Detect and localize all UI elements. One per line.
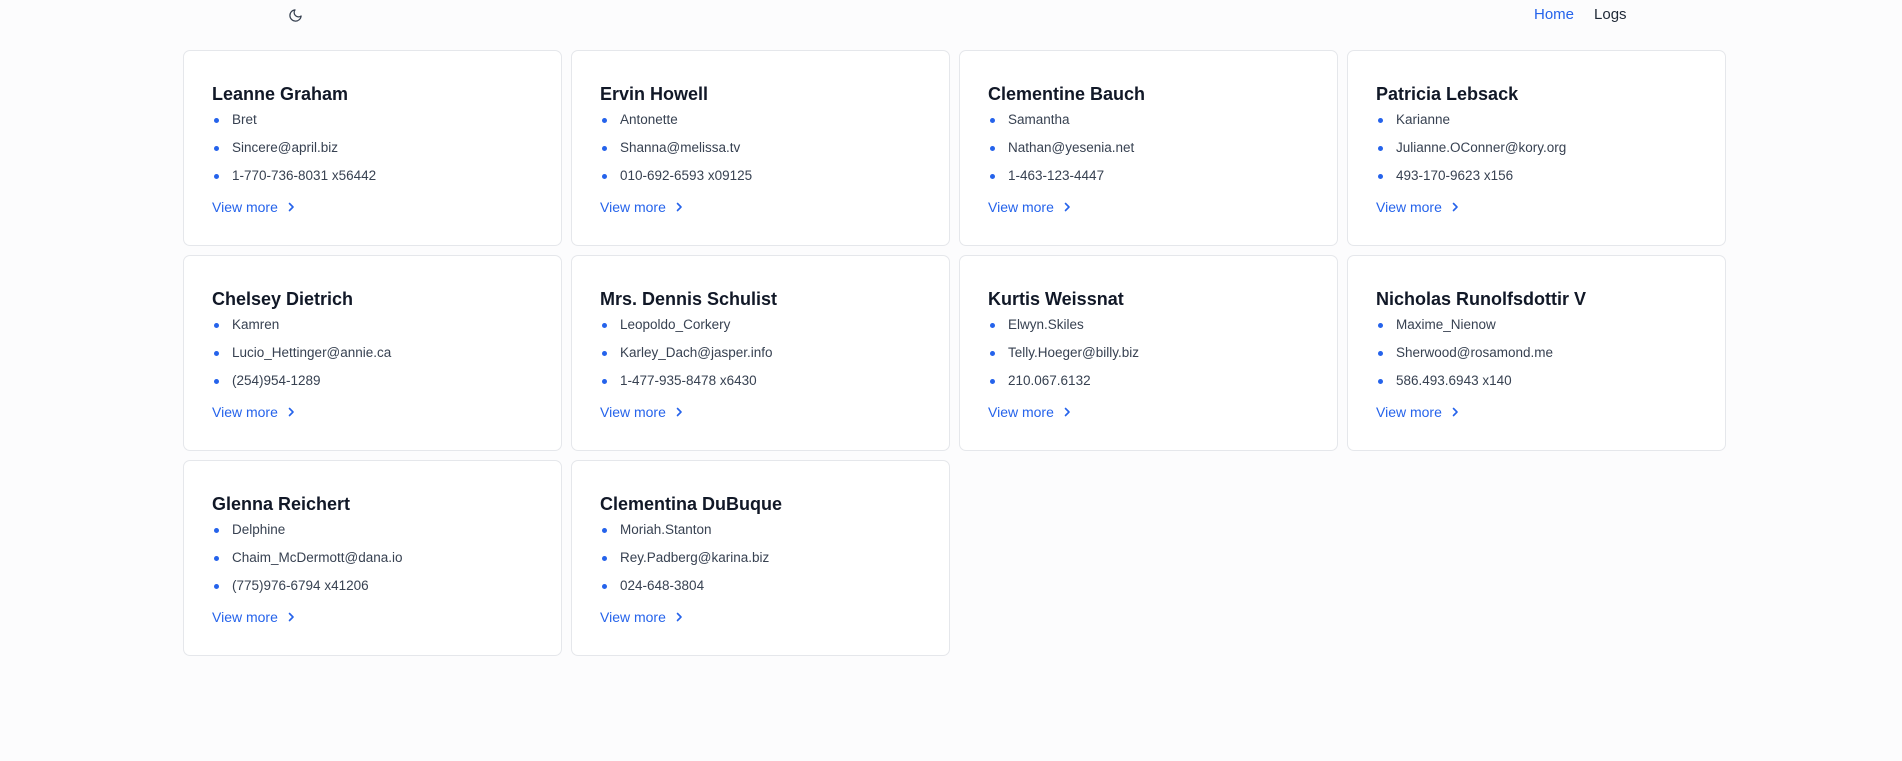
chevron-right-icon — [1064, 407, 1070, 417]
view-more-link[interactable]: View more — [212, 199, 296, 215]
nav-home-link[interactable]: Home — [1534, 6, 1574, 23]
view-more-label: View more — [212, 609, 278, 625]
chevron-right-icon — [288, 612, 294, 622]
user-name: Glenna Reichert — [212, 494, 351, 514]
user-phone: 024-648-3804 — [600, 577, 921, 605]
user-phone: 210.067.6132 — [988, 372, 1309, 400]
user-username: Elwyn.Skiles — [988, 316, 1309, 344]
view-more-label: View more — [988, 404, 1054, 420]
user-info-list: Moriah.Stanton Rey.Padberg@karina.biz 02… — [600, 521, 921, 605]
user-name: Leanne Graham — [212, 84, 349, 104]
view-more-label: View more — [1376, 404, 1442, 420]
view-more-link[interactable]: View more — [1376, 199, 1460, 215]
user-card: Chelsey Dietrich Kamren Lucio_Hettinger@… — [183, 255, 562, 451]
user-username: Bret — [212, 111, 533, 139]
user-phone: 1-770-736-8031 x56442 — [212, 167, 533, 195]
view-more-label: View more — [1376, 199, 1442, 215]
user-phone: 1-463-123-4447 — [988, 167, 1309, 195]
user-email: Nathan@yesenia.net — [988, 139, 1309, 167]
user-email: Sincere@april.biz — [212, 139, 533, 167]
user-name: Mrs. Dennis Schulist — [600, 289, 778, 309]
user-phone: 010-692-6593 x09125 — [600, 167, 921, 195]
user-phone: 493-170-9623 x156 — [1376, 167, 1697, 195]
user-info-list: Bret Sincere@april.biz 1-770-736-8031 x5… — [212, 111, 533, 195]
chevron-right-icon — [676, 407, 682, 417]
user-card: Ervin Howell Antonette Shanna@melissa.tv… — [571, 50, 950, 246]
chevron-right-icon — [1452, 202, 1458, 212]
chevron-right-icon — [1064, 202, 1070, 212]
user-info-list: Antonette Shanna@melissa.tv 010-692-6593… — [600, 111, 921, 195]
view-more-label: View more — [600, 404, 666, 420]
user-info-list: Samantha Nathan@yesenia.net 1-463-123-44… — [988, 111, 1309, 195]
user-email: Sherwood@rosamond.me — [1376, 344, 1697, 372]
view-more-link[interactable]: View more — [600, 199, 684, 215]
user-name: Chelsey Dietrich — [212, 289, 354, 309]
user-username: Antonette — [600, 111, 921, 139]
user-username: Maxime_Nienow — [1376, 316, 1697, 344]
user-username: Samantha — [988, 111, 1309, 139]
view-more-link[interactable]: View more — [600, 609, 684, 625]
chevron-right-icon — [676, 202, 682, 212]
user-email: Shanna@melissa.tv — [600, 139, 921, 167]
chevron-right-icon — [676, 612, 682, 622]
user-email: Karley_Dach@jasper.info — [600, 344, 921, 372]
view-more-link[interactable]: View more — [1376, 404, 1460, 420]
view-more-label: View more — [988, 199, 1054, 215]
user-username: Moriah.Stanton — [600, 521, 921, 549]
user-name: Kurtis Weissnat — [988, 289, 1124, 309]
user-email: Telly.Hoeger@billy.biz — [988, 344, 1309, 372]
user-card: Leanne Graham Bret Sincere@april.biz 1-7… — [183, 50, 562, 246]
user-card: Glenna Reichert Delphine Chaim_McDermott… — [183, 460, 562, 656]
user-name: Patricia Lebsack — [1376, 84, 1519, 104]
user-card-grid: Leanne Graham Bret Sincere@april.biz 1-7… — [183, 50, 1726, 656]
user-name: Ervin Howell — [600, 84, 709, 104]
user-username: Delphine — [212, 521, 533, 549]
main-nav: Home Logs — [1534, 6, 1627, 23]
user-info-list: Delphine Chaim_McDermott@dana.io (775)97… — [212, 521, 533, 605]
view-more-label: View more — [212, 404, 278, 420]
theme-toggle-button[interactable] — [286, 6, 304, 24]
view-more-link[interactable]: View more — [988, 199, 1072, 215]
user-email: Lucio_Hettinger@annie.ca — [212, 344, 533, 372]
user-email: Rey.Padberg@karina.biz — [600, 549, 921, 577]
user-card: Kurtis Weissnat Elwyn.Skiles Telly.Hoege… — [959, 255, 1338, 451]
view-more-link[interactable]: View more — [988, 404, 1072, 420]
chevron-right-icon — [1452, 407, 1458, 417]
view-more-label: View more — [600, 609, 666, 625]
user-card: Clementina DuBuque Moriah.Stanton Rey.Pa… — [571, 460, 950, 656]
moon-icon — [288, 8, 302, 22]
nav-logs-link[interactable]: Logs — [1594, 6, 1627, 23]
user-card: Patricia Lebsack Karianne Julianne.OConn… — [1347, 50, 1726, 246]
user-name: Nicholas Runolfsdottir V — [1376, 289, 1587, 309]
top-bar: Home Logs — [0, 0, 1902, 30]
user-phone: 1-477-935-8478 x6430 — [600, 372, 921, 400]
user-phone: (775)976-6794 x41206 — [212, 577, 533, 605]
user-card: Clementine Bauch Samantha Nathan@yesenia… — [959, 50, 1338, 246]
view-more-link[interactable]: View more — [212, 404, 296, 420]
view-more-label: View more — [600, 199, 666, 215]
user-phone: 586.493.6943 x140 — [1376, 372, 1697, 400]
user-card: Nicholas Runolfsdottir V Maxime_Nienow S… — [1347, 255, 1726, 451]
user-info-list: Kamren Lucio_Hettinger@annie.ca (254)954… — [212, 316, 533, 400]
user-name: Clementina DuBuque — [600, 494, 783, 514]
user-username: Kamren — [212, 316, 533, 344]
user-username: Karianne — [1376, 111, 1697, 139]
user-info-list: Maxime_Nienow Sherwood@rosamond.me 586.4… — [1376, 316, 1697, 400]
user-name: Clementine Bauch — [988, 84, 1146, 104]
view-more-label: View more — [212, 199, 278, 215]
chevron-right-icon — [288, 202, 294, 212]
user-info-list: Elwyn.Skiles Telly.Hoeger@billy.biz 210.… — [988, 316, 1309, 400]
user-info-list: Karianne Julianne.OConner@kory.org 493-1… — [1376, 111, 1697, 195]
view-more-link[interactable]: View more — [212, 609, 296, 625]
user-username: Leopoldo_Corkery — [600, 316, 921, 344]
user-phone: (254)954-1289 — [212, 372, 533, 400]
user-info-list: Leopoldo_Corkery Karley_Dach@jasper.info… — [600, 316, 921, 400]
view-more-link[interactable]: View more — [600, 404, 684, 420]
user-email: Julianne.OConner@kory.org — [1376, 139, 1697, 167]
user-card: Mrs. Dennis Schulist Leopoldo_Corkery Ka… — [571, 255, 950, 451]
chevron-right-icon — [288, 407, 294, 417]
user-email: Chaim_McDermott@dana.io — [212, 549, 533, 577]
